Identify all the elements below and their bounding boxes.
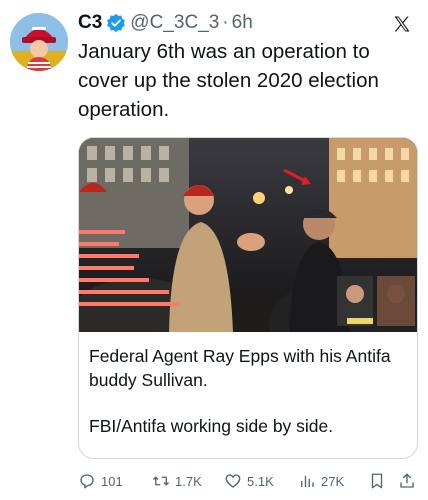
- view-count: 27K: [321, 473, 345, 489]
- card-caption: Federal Agent Ray Epps with his Antifa b…: [89, 344, 409, 438]
- heart-icon: [225, 474, 241, 488]
- x-logo-icon[interactable]: [392, 14, 412, 34]
- display-name[interactable]: C3: [78, 12, 102, 34]
- verified-badge-icon: [106, 13, 126, 33]
- retweet-count: 1.7K: [175, 473, 202, 489]
- timestamp[interactable]: 6h: [232, 12, 253, 34]
- bookmark-icon: [371, 473, 383, 489]
- avatar[interactable]: [10, 13, 68, 71]
- like-button[interactable]: 5.1K: [224, 472, 274, 490]
- card-caption-line: FBI/Antifa working side by side.: [89, 416, 334, 436]
- tweet[interactable]: C3 @C_3C_3 · 6h January 6th was an opera…: [0, 0, 428, 500]
- like-count: 5.1K: [247, 473, 274, 489]
- media-card[interactable]: Federal Agent Ray Epps with his Antifa b…: [78, 137, 418, 459]
- reply-count: 101: [101, 473, 123, 489]
- share-button[interactable]: [398, 472, 421, 490]
- reply-button[interactable]: 101: [78, 472, 123, 490]
- bookmark-button[interactable]: [368, 472, 391, 490]
- tweet-text: January 6th was an operation to cover up…: [78, 40, 379, 121]
- user-handle[interactable]: @C_3C_3: [130, 12, 219, 34]
- separator-dot: ·: [222, 12, 229, 33]
- video-thumbnail[interactable]: [79, 138, 417, 332]
- share-icon: [400, 473, 414, 488]
- speech-bubble-icon: [80, 474, 94, 489]
- tweet-header: C3 @C_3C_3 · 6h: [78, 11, 253, 35]
- bar-chart-icon: [301, 475, 314, 487]
- card-caption-line: Federal Agent Ray Epps with his Antifa b…: [89, 346, 391, 390]
- retweet-button[interactable]: 1.7K: [152, 472, 202, 490]
- action-bar: 101 1.7K 5.1K 27K: [78, 468, 418, 494]
- views-button[interactable]: 27K: [298, 472, 344, 490]
- retweet-icon: [153, 476, 169, 486]
